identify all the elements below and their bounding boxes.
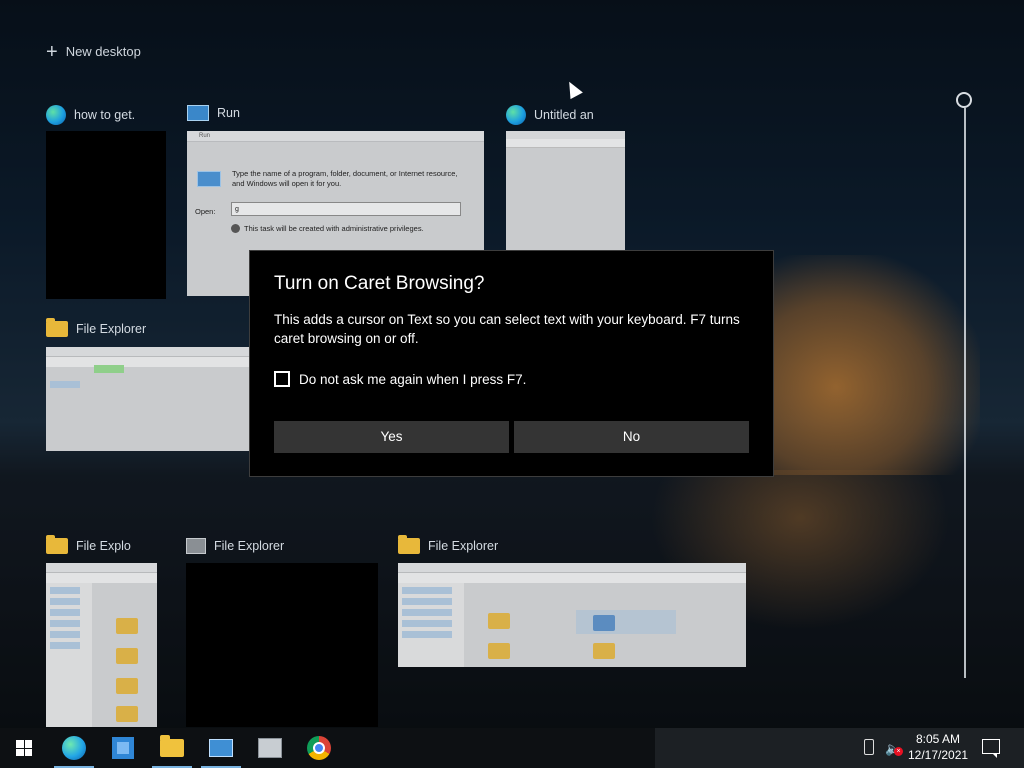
thumb-folder bbox=[488, 643, 510, 659]
run-thumb-open-label: Open: bbox=[195, 207, 216, 216]
thumb-folder bbox=[488, 613, 510, 629]
thumb-tabbar bbox=[506, 131, 625, 139]
mute-x-icon: × bbox=[894, 747, 903, 756]
folder-icon bbox=[398, 535, 420, 554]
thumb-folder bbox=[116, 648, 138, 664]
new-desktop-label: New desktop bbox=[65, 44, 141, 59]
edge-icon bbox=[62, 736, 86, 760]
pen-icon[interactable] bbox=[864, 739, 874, 755]
dont-ask-again-option[interactable]: Do not ask me again when I press F7. bbox=[274, 371, 526, 387]
window-title-text: Run bbox=[217, 106, 240, 120]
taskbar-run[interactable] bbox=[197, 728, 245, 768]
run-thumb-description: Type the name of a program, folder, docu… bbox=[232, 169, 458, 188]
window-title-text: File Explorer bbox=[76, 322, 147, 336]
edge-icon bbox=[506, 105, 526, 125]
taskbar-mmc[interactable] bbox=[246, 728, 294, 768]
window-title-text: File Explo bbox=[76, 539, 131, 553]
window-thumbnail-edge-2[interactable] bbox=[506, 131, 625, 251]
window-thumbnail-explorer-2[interactable] bbox=[46, 563, 157, 727]
timeline-scroll-track[interactable] bbox=[964, 108, 966, 678]
caret-browsing-dialog: Turn on Caret Browsing? This adds a curs… bbox=[249, 250, 774, 477]
run-thumb-icon bbox=[197, 171, 221, 187]
window-title-text: File Explorer bbox=[214, 539, 285, 553]
folder-icon bbox=[46, 318, 68, 337]
window-title-edge-1[interactable]: how to get. bbox=[46, 105, 135, 125]
plus-icon: + bbox=[46, 40, 58, 63]
thumb-nav-pane bbox=[46, 583, 92, 727]
chrome-icon bbox=[307, 736, 331, 760]
window-thumbnail-explorer-4[interactable] bbox=[398, 563, 746, 667]
window-title-explorer-3[interactable]: File Explorer bbox=[186, 538, 284, 554]
thumb-addressbar bbox=[506, 139, 625, 148]
window-title-explorer-4[interactable]: File Explorer bbox=[398, 535, 499, 554]
thumb-folder bbox=[116, 706, 138, 722]
window-title-text: how to get. bbox=[74, 108, 136, 122]
thumb-titlebar bbox=[46, 347, 250, 357]
taskbar: 🔈 × 8:05 AM 12/17/2021 bbox=[0, 728, 1024, 768]
window-title-text: File Explorer bbox=[428, 539, 499, 553]
system-clock[interactable]: 8:05 AM 12/17/2021 bbox=[908, 731, 968, 763]
folder-icon bbox=[46, 535, 68, 554]
dialog-message: This adds a cursor on Text so you can se… bbox=[274, 312, 740, 346]
window-title-explorer-1[interactable]: File Explorer bbox=[46, 318, 147, 337]
dont-ask-again-label: Do not ask me again when I press F7. bbox=[299, 371, 527, 387]
window-thumbnail-explorer-3[interactable] bbox=[186, 563, 378, 727]
run-thumb-admin-note: This task will be created with administr… bbox=[231, 224, 424, 233]
dont-ask-again-checkbox[interactable] bbox=[274, 371, 290, 387]
window-thumbnail-edge-1[interactable] bbox=[46, 131, 166, 299]
thumb-folder bbox=[593, 615, 615, 631]
taskbar-file-explorer[interactable] bbox=[148, 728, 196, 768]
shield-icon bbox=[231, 224, 240, 233]
edge-icon bbox=[46, 105, 66, 125]
thumb-address bbox=[94, 365, 124, 373]
mmc-icon bbox=[258, 738, 282, 758]
window-title-explorer-2[interactable]: File Explo bbox=[46, 535, 131, 554]
taskbar-overlay-panel bbox=[655, 728, 1024, 768]
window-thumbnail-explorer-1[interactable] bbox=[46, 347, 250, 451]
taskbar-chrome[interactable] bbox=[295, 728, 343, 768]
taskbar-store[interactable] bbox=[99, 728, 147, 768]
thumb-nav-pane bbox=[398, 583, 464, 667]
explorer-icon bbox=[186, 538, 206, 554]
store-icon bbox=[112, 737, 134, 759]
thumb-ribbon bbox=[398, 573, 746, 583]
run-thumb-header: Run bbox=[187, 131, 484, 142]
thumb-titlebar bbox=[46, 563, 157, 573]
volume-muted-icon[interactable]: 🔈 × bbox=[885, 741, 903, 757]
taskbar-edge[interactable] bbox=[50, 728, 98, 768]
clock-time: 8:05 AM bbox=[915, 732, 961, 746]
timeline-scroll-thumb[interactable] bbox=[956, 92, 972, 108]
window-title-text: Untitled an bbox=[534, 108, 594, 122]
new-desktop-button[interactable]: + New desktop bbox=[46, 40, 141, 63]
thumb-titlebar bbox=[398, 563, 746, 573]
dialog-title: Turn on Caret Browsing? bbox=[274, 273, 485, 294]
thumb-ribbon bbox=[46, 357, 250, 367]
thumb-ribbon bbox=[46, 573, 157, 583]
notification-icon[interactable] bbox=[982, 739, 1000, 758]
window-title-run[interactable]: Run bbox=[187, 105, 240, 121]
start-button[interactable] bbox=[0, 728, 48, 768]
no-button[interactable]: No bbox=[514, 421, 749, 453]
thumb-folder bbox=[593, 643, 615, 659]
run-icon bbox=[209, 739, 233, 757]
thumb-row bbox=[50, 381, 80, 388]
thumb-selection bbox=[576, 610, 676, 634]
background-rock bbox=[740, 255, 980, 475]
window-title-edge-2[interactable]: Untitled an bbox=[506, 105, 594, 125]
run-icon bbox=[187, 105, 209, 121]
thumb-folder bbox=[116, 618, 138, 634]
windows-start-icon bbox=[16, 740, 32, 756]
thumb-folder bbox=[116, 678, 138, 694]
yes-button[interactable]: Yes bbox=[274, 421, 509, 453]
file-explorer-icon bbox=[160, 735, 184, 757]
run-thumb-open-field: g bbox=[231, 202, 461, 216]
clock-date: 12/17/2021 bbox=[908, 748, 969, 762]
